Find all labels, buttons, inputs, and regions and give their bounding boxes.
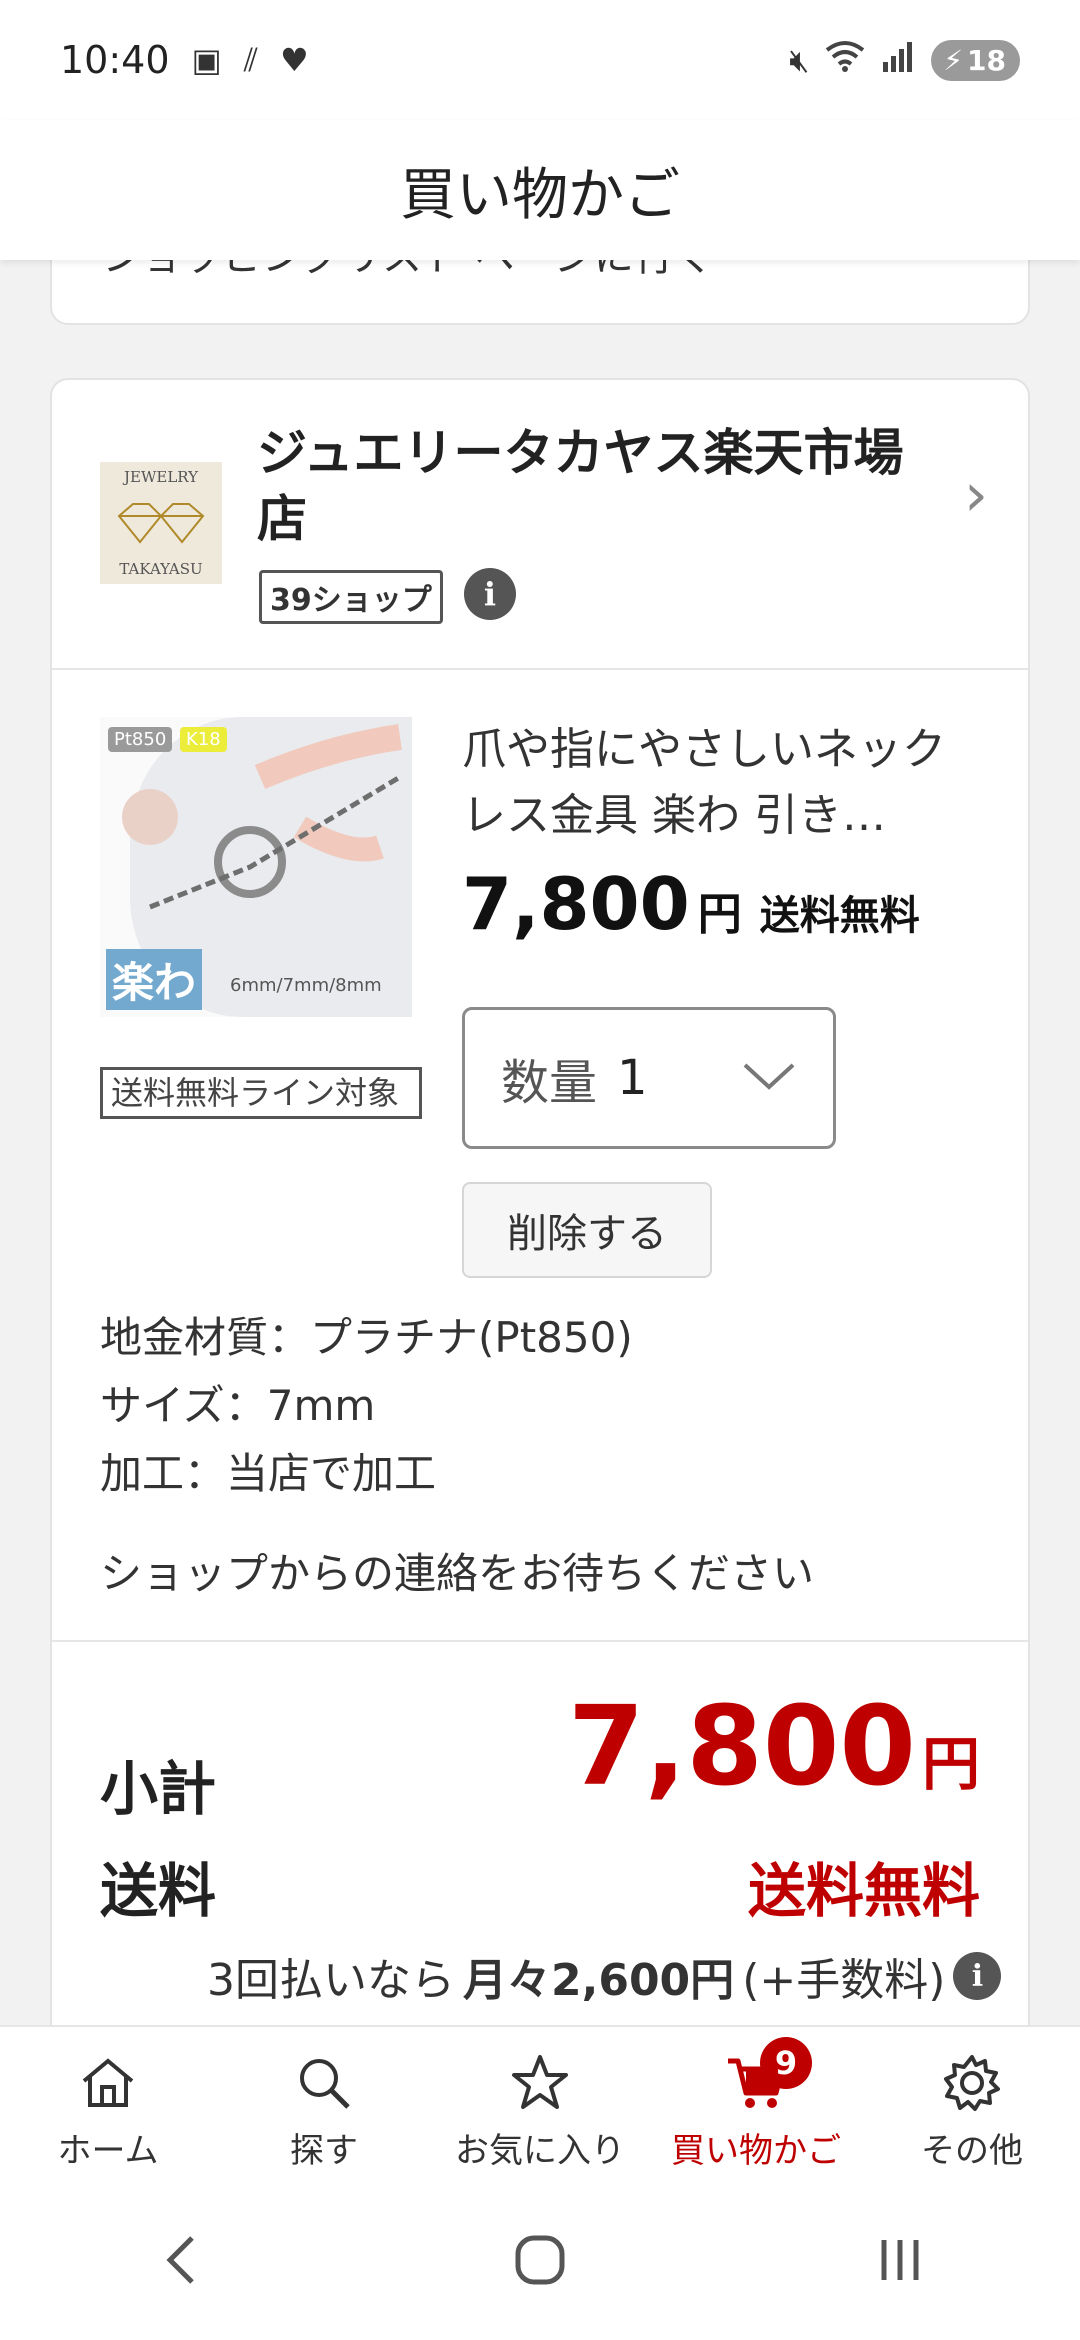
tag-rakuwa: 楽わ [106, 949, 203, 1010]
product-title[interactable]: 爪や指にやさしいネックレス金具 楽わ 引き… [462, 717, 972, 849]
shop-name[interactable]: ジュエリータカヤス楽天市場店 [257, 420, 917, 552]
info-icon[interactable]: i [953, 1952, 1002, 2000]
shipping-value: 送料無料 [747, 1857, 980, 1925]
shop-logo-text-top: JEWELRY [123, 468, 199, 486]
recents-icon[interactable] [840, 2232, 960, 2303]
shop-header[interactable]: JEWELRY TAKAYASU ジュエリータカヤス楽天市場店 39ショップ i… [52, 380, 1028, 670]
item-price: 7,800 [462, 862, 690, 946]
tag-sizes: 6mm/7mm/8mm [230, 975, 382, 996]
battery-level: 18 [967, 43, 1006, 77]
status-time: 10:40 [60, 38, 170, 82]
tag-pt850: Pt850 [108, 727, 173, 752]
home-button-icon[interactable] [480, 2232, 600, 2303]
diamond-logo-icon [117, 503, 205, 544]
bottom-nav: ホーム 探す お気に入り 買い物かご 9 その他 [0, 2025, 1080, 2195]
shop-card: JEWELRY TAKAYASU ジュエリータカヤス楽天市場店 39ショップ i… [50, 378, 1030, 2025]
shipping-label: 送料 [100, 1857, 217, 1925]
cart-content[interactable]: ショッピングリスト ページに行く › JEWELRY TAKAYASU ジュエリ… [0, 260, 1080, 2025]
previous-card[interactable]: ショッピングリスト ページに行く › [50, 260, 1030, 325]
subtotal-yen: 円 [921, 1730, 980, 1798]
previous-card-text: ショッピングリスト ページに行く [102, 260, 714, 282]
battery-indicator: ⚡︎ 18 [931, 39, 1020, 81]
nav-search[interactable]: 探す [216, 2027, 432, 2195]
nav-cart[interactable]: 買い物かご 9 [648, 2027, 864, 2195]
option-material: 地金材質：プラチナ(Pt850) [100, 1313, 633, 1362]
nav-search-label: 探す [290, 2130, 358, 2171]
shop-note: ショップからの連絡をお待ちください [100, 1549, 815, 1598]
stripes-icon: ⫽ [243, 40, 259, 79]
option-size: サイズ：7mm [100, 1381, 376, 1430]
free-shipping-line-badge: 送料無料ライン対象 [100, 1067, 422, 1119]
quantity-label: 数量 [501, 1055, 598, 1111]
shop-badge: 39ショップ [259, 570, 443, 624]
installment-info: 3回払いなら 月々2,600円 (+手数料) i [207, 1944, 1002, 2008]
signal-icon [881, 40, 915, 80]
nav-other[interactable]: その他 [864, 2027, 1080, 2195]
item-price-yen: 円 [697, 889, 742, 940]
nav-home-label: ホーム [57, 2130, 159, 2171]
product-image[interactable]: Pt850 K18 楽わ 6mm/7mm/8mm [100, 717, 412, 1017]
battery-bolt-icon: ⚡︎ [943, 43, 964, 77]
status-bar: 10:40 ▣ ⫽ ♥ 🔇︎ ⚡︎ 18 [0, 0, 1080, 120]
nav-favorites-label: お気に入り [455, 2130, 625, 2171]
subtotal-label: 小計 [100, 1755, 217, 1823]
cart-item: Pt850 K18 楽わ 6mm/7mm/8mm 送料無料ライン対象 爪や指にや… [52, 672, 1028, 1642]
chevron-right-icon[interactable]: › [964, 460, 988, 530]
search-icon [300, 2058, 350, 2109]
page-title: 買い物かご [400, 162, 680, 228]
shop-logo-text-bottom: TAKAYASU [119, 560, 203, 578]
nav-other-label: その他 [921, 2130, 1023, 2171]
screenshot-icon: ▣ [191, 41, 222, 79]
installment-amount: 月々2,600円 [463, 1955, 735, 2006]
option-processing: 加工：当店で加工 [100, 1449, 437, 1498]
tag-k18: K18 [180, 727, 227, 752]
subtotal-value: 7,800 [568, 1682, 916, 1810]
quantity-value: 1 [617, 1050, 648, 1106]
installment-prefix: 3回払いなら [207, 1955, 455, 2006]
gear-icon [944, 2054, 1000, 2111]
star-icon [512, 2054, 568, 2109]
back-icon[interactable] [120, 2232, 240, 2303]
home-icon [82, 2057, 134, 2107]
nav-cart-label: 買い物かご [671, 2130, 841, 2171]
quantity-select[interactable]: 数量 1 [462, 1007, 836, 1149]
info-icon[interactable]: i [464, 568, 516, 620]
chevron-right-icon: › [965, 260, 983, 273]
shop-logo: JEWELRY TAKAYASU [100, 462, 222, 584]
delete-button[interactable]: 削除する [462, 1182, 712, 1278]
heart-icon: ♥ [280, 41, 309, 79]
wifi-icon [825, 40, 865, 80]
price-row: 7,800 円 送料無料 [462, 862, 920, 946]
subtotal-section: 小計 7,800 円 送料 送料無料 3回払いなら 月々2,600円 (+手数料) … [52, 1644, 1028, 2025]
nav-favorites[interactable]: お気に入り [432, 2027, 648, 2195]
nav-home[interactable]: ホーム [0, 2027, 216, 2195]
item-shipping: 送料無料 [759, 893, 920, 939]
app-header: 買い物かご [0, 120, 1080, 260]
chevron-down-icon [741, 1055, 797, 1101]
installment-suffix: (+手数料) [742, 1955, 946, 2006]
subtotal-price: 7,800 円 [568, 1682, 980, 1810]
mute-icon: 🔇︎ [789, 40, 810, 79]
cart-count-badge: 9 [760, 2037, 812, 2089]
system-nav [0, 2195, 1080, 2340]
item-options: 地金材質：プラチナ(Pt850) サイズ：7mm 加工：当店で加工 [100, 1304, 633, 1508]
